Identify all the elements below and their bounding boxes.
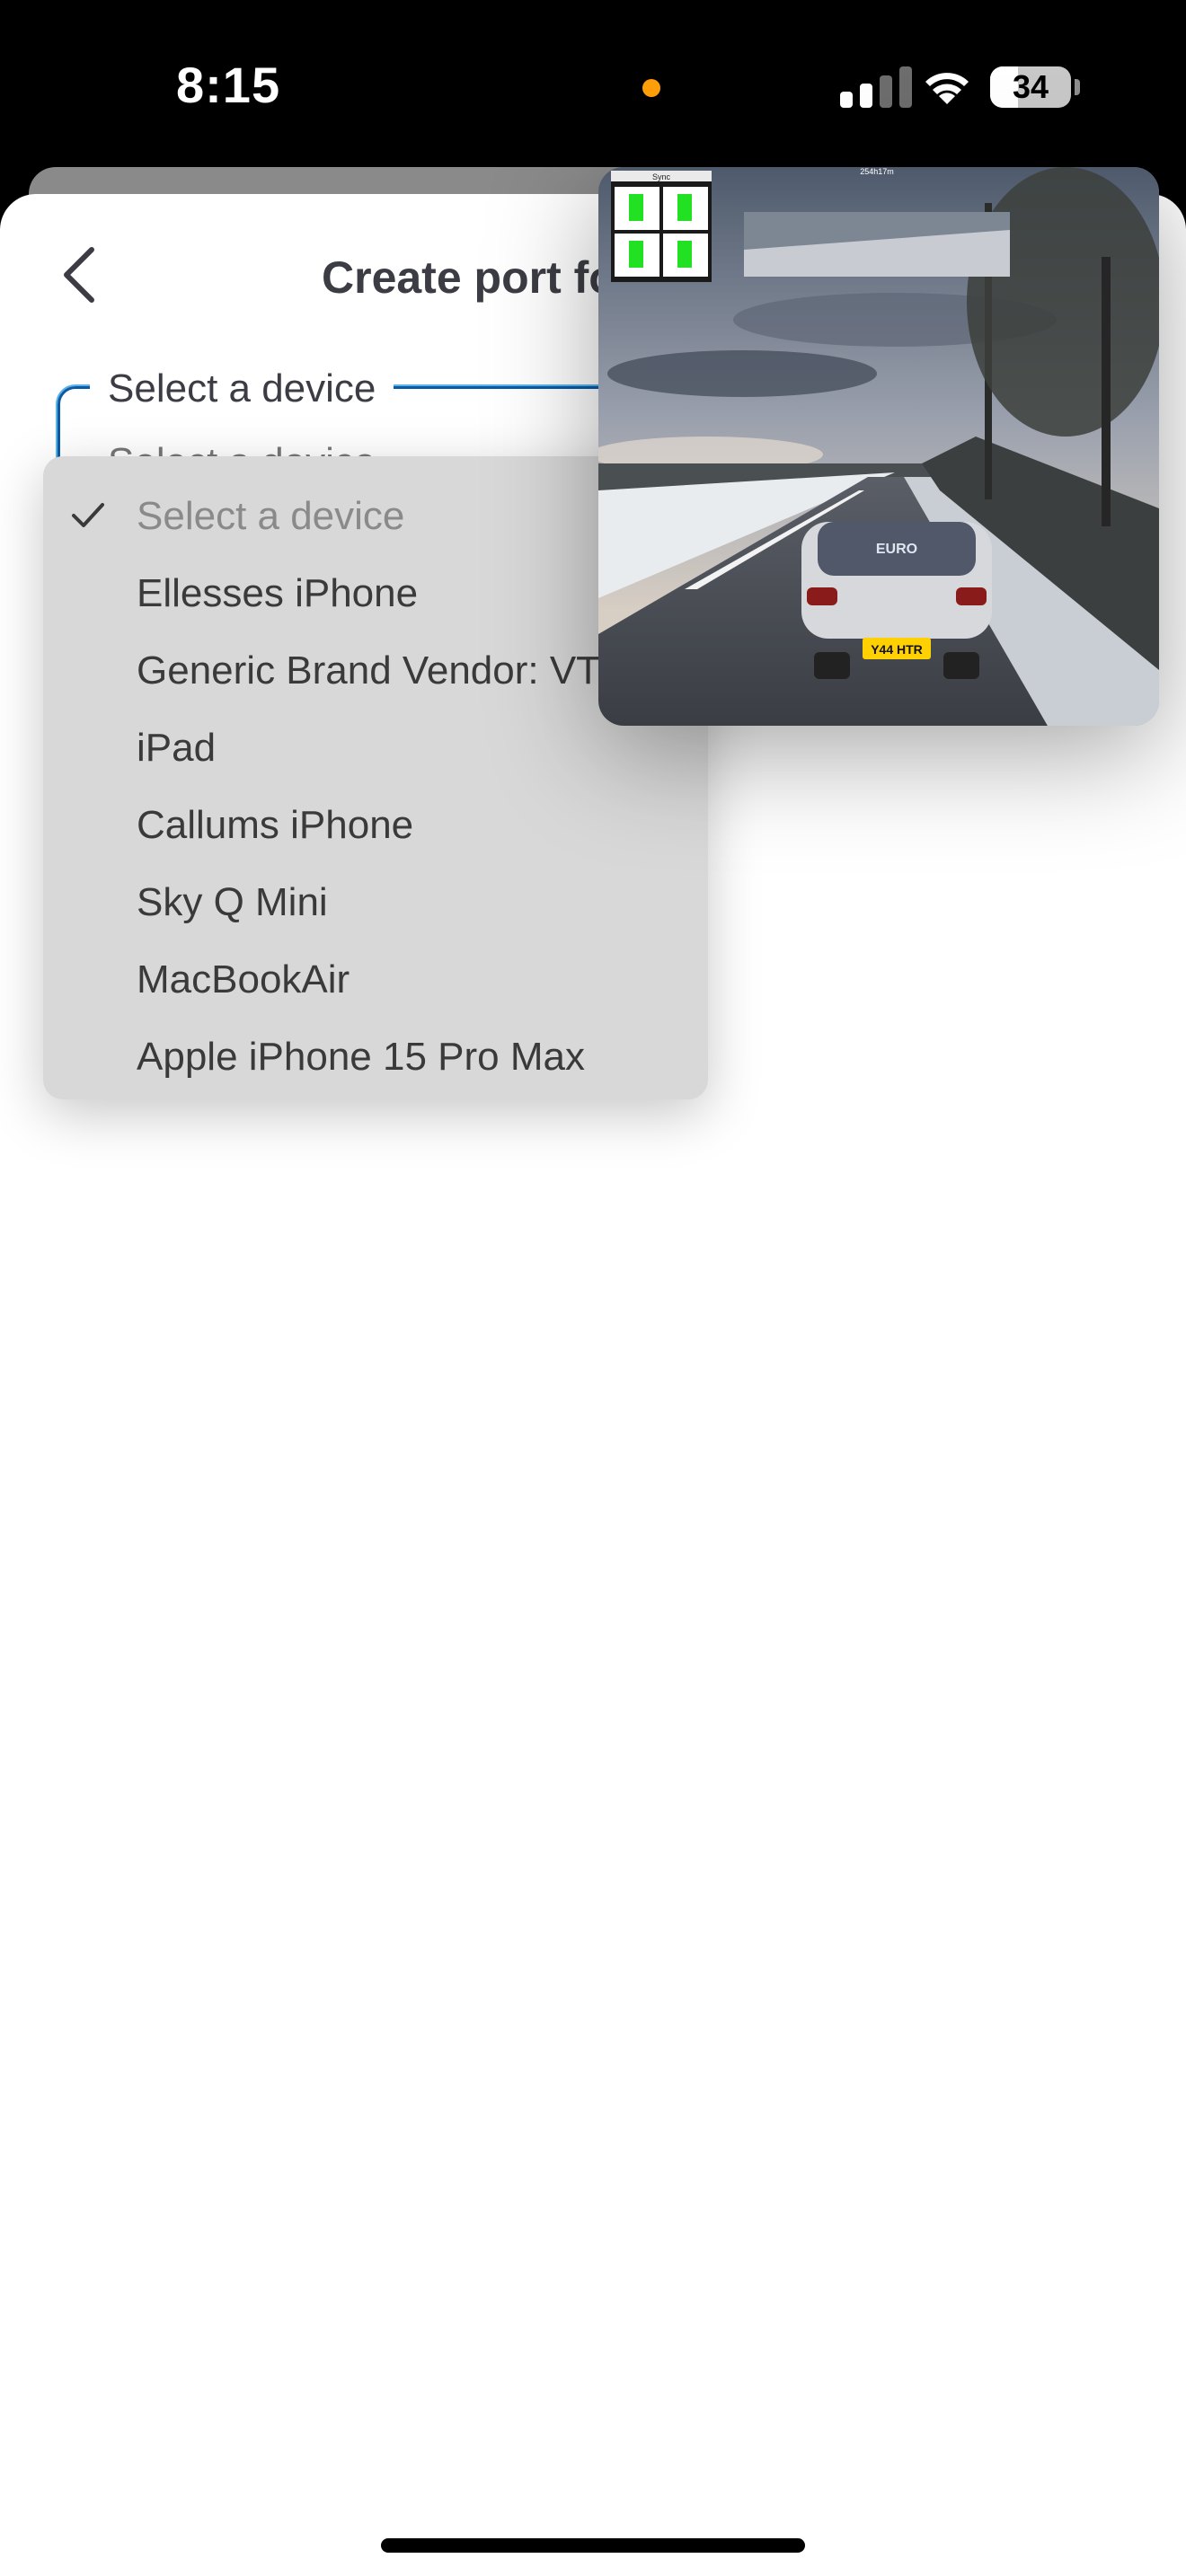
dropdown-item-sky-q-mini[interactable]: Sky Q Mini [43, 864, 708, 941]
status-bar: 8:15 34 [0, 0, 1186, 171]
cellular-signal-icon [840, 66, 912, 108]
dropdown-item-callums-iphone[interactable]: Callums iPhone [43, 787, 708, 864]
video-frame: Y44 HTR EURO Sync 254h17m [598, 167, 1159, 726]
dropdown-item-label: Callums iPhone [137, 803, 414, 847]
dropdown-item-label: iPad [137, 726, 217, 770]
battery-tip [1075, 79, 1080, 95]
picture-in-picture-video[interactable]: Y44 HTR EURO Sync 254h17m [598, 167, 1159, 726]
status-time: 8:15 [176, 57, 281, 113]
dropdown-item-apple-iphone-15-pro-max[interactable]: Apple iPhone 15 Pro Max [43, 1019, 708, 1096]
overlay-top-text: 254h17m [860, 167, 894, 176]
dropdown-item-label: Generic Brand Vendor: VT [137, 648, 601, 693]
car: Y44 HTR EURO [801, 522, 992, 679]
device-field-label: Select a device [90, 366, 394, 411]
telemetry-overlay: Sync [611, 171, 712, 282]
dropdown-item-label: Select a device [137, 494, 405, 538]
home-indicator[interactable] [381, 2538, 805, 2553]
battery-percentage: 34 [1012, 68, 1049, 105]
battery-indicator: 34 [990, 66, 1071, 108]
dropdown-item-label: MacBookAir [137, 957, 350, 1001]
checkmark-icon [72, 503, 104, 527]
dropdown-item-label: Sky Q Mini [137, 880, 328, 924]
chevron-left-icon[interactable] [54, 243, 104, 307]
dropdown-item-label: Apple iPhone 15 Pro Max [137, 1035, 585, 1079]
sticker-text: EURO [876, 542, 917, 557]
privacy-indicator-icon [642, 79, 660, 97]
wifi-icon [925, 73, 969, 104]
dropdown-item-label: Ellesses iPhone [137, 571, 419, 615]
dropdown-item-macbookair[interactable]: MacBookAir [43, 941, 708, 1019]
plate-text: Y44 HTR [871, 642, 923, 657]
phone-screen: 8:15 34 Create port fo Select a device S… [0, 0, 1186, 2576]
overlay-header: Sync [652, 172, 671, 181]
page-title: Create port fo [322, 252, 616, 303]
